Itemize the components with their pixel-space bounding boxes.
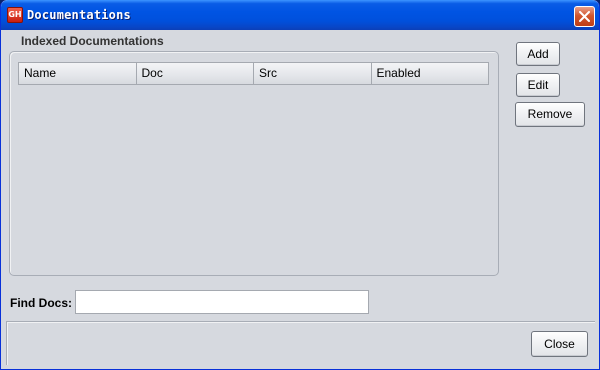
dialog-window: GH Documentations Indexed Documentations… bbox=[0, 0, 600, 370]
add-button[interactable]: Add bbox=[516, 42, 560, 66]
window-close-button[interactable] bbox=[574, 6, 595, 27]
edit-button[interactable]: Edit bbox=[516, 73, 560, 97]
column-header-src[interactable]: Src bbox=[254, 63, 372, 84]
title-bar[interactable]: GH Documentations bbox=[1, 0, 599, 30]
group-label: Indexed Documentations bbox=[21, 34, 164, 48]
find-docs-input[interactable] bbox=[75, 290, 369, 314]
table-header: Name Doc Src Enabled bbox=[18, 62, 489, 85]
table-body[interactable] bbox=[18, 85, 489, 268]
bottom-panel bbox=[6, 321, 595, 365]
close-button[interactable]: Close bbox=[531, 331, 588, 357]
column-header-name[interactable]: Name bbox=[19, 63, 137, 84]
app-icon: GH bbox=[7, 7, 23, 23]
column-header-enabled[interactable]: Enabled bbox=[372, 63, 489, 84]
find-docs-label: Find Docs: bbox=[10, 296, 72, 310]
column-header-doc[interactable]: Doc bbox=[137, 63, 254, 84]
window-title: Documentations bbox=[27, 8, 131, 22]
remove-button[interactable]: Remove bbox=[515, 102, 585, 127]
close-x-icon bbox=[579, 11, 590, 22]
